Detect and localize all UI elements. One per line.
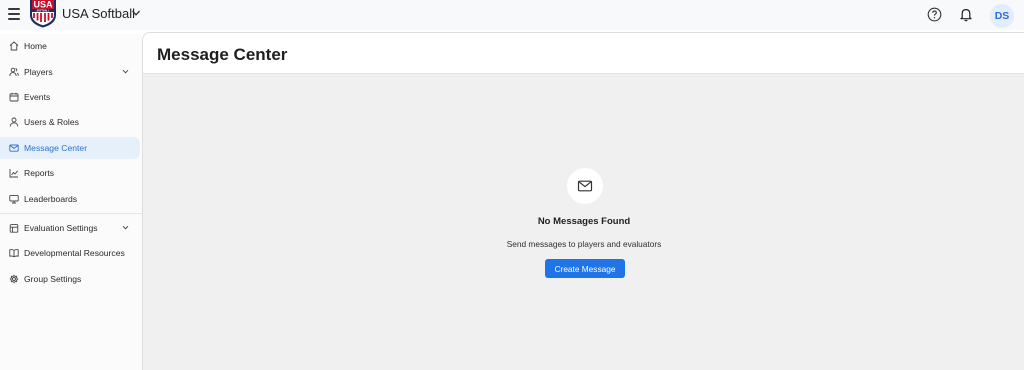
svg-text:USA: USA (33, 0, 53, 10)
sidebar-item-message-center[interactable]: Message Center (0, 137, 140, 159)
help-icon[interactable] (927, 7, 942, 22)
top-bar: USA SOFTBALL USA Softball DS (0, 0, 1024, 30)
svg-text:SOFTBALL: SOFTBALL (37, 9, 50, 12)
sidebar-item-reports[interactable]: Reports (0, 162, 140, 184)
sidebar-divider (0, 213, 142, 214)
chevron-down-icon[interactable] (122, 68, 129, 75)
sidebar-item-group-settings[interactable]: Group Settings (0, 268, 140, 290)
gear-icon (9, 274, 19, 284)
chart-icon (9, 169, 18, 178)
empty-state-title: No Messages Found (537, 216, 631, 227)
clipboard-icon (9, 224, 19, 233)
sidebar-item-label: Home (24, 41, 47, 51)
chevron-down-icon[interactable] (122, 224, 129, 231)
sidebar-item-label: Developmental Resources (24, 248, 125, 258)
org-name[interactable]: USA Softball (62, 6, 135, 21)
sidebar-item-label: Users & Roles (24, 117, 79, 127)
mail-icon (9, 144, 19, 152)
sidebar-item-label: Reports (24, 168, 55, 178)
sidebar-item-label: Events (24, 92, 51, 102)
book-icon (9, 249, 19, 258)
mail-icon (577, 180, 593, 192)
sidebar-item-players[interactable]: Players (0, 61, 140, 83)
main-content: Message Center No Messages Found Send me… (142, 32, 1024, 370)
calendar-icon (9, 92, 19, 102)
page-header: Message Center (143, 33, 1024, 74)
usa-softball-logo[interactable]: USA SOFTBALL (28, 0, 58, 28)
sidebar-item-label: Group Settings (24, 274, 82, 284)
page-title: Message Center (157, 45, 288, 64)
sidebar-item-label: Message Center (24, 143, 88, 153)
sidebar-item-evaluation-settings[interactable]: Evaluation Settings (0, 217, 140, 239)
sidebar: Home Players Events Users & Roles Messag… (0, 34, 142, 370)
sidebar-item-label: Players (24, 67, 53, 77)
empty-state-subtitle: Send messages to players and evaluators (506, 239, 662, 249)
create-message-button[interactable]: Create Message (545, 259, 625, 278)
menu-icon[interactable] (8, 8, 20, 20)
user-icon (9, 117, 19, 127)
sidebar-item-leaderboards[interactable]: Leaderboards (0, 188, 140, 210)
chevron-down-icon[interactable] (131, 8, 141, 18)
empty-state-icon-circle (567, 168, 603, 204)
sidebar-item-label: Evaluation Settings (24, 223, 98, 233)
avatar[interactable]: DS (990, 4, 1014, 28)
sidebar-item-developmental-resources[interactable]: Developmental Resources (0, 242, 140, 264)
monitor-icon (9, 194, 19, 204)
sidebar-item-label: Leaderboards (24, 194, 78, 204)
players-icon (9, 67, 19, 77)
sidebar-item-home[interactable]: Home (0, 35, 140, 57)
home-icon (9, 41, 19, 51)
sidebar-item-users-roles[interactable]: Users & Roles (0, 111, 140, 133)
sidebar-item-events[interactable]: Events (0, 86, 140, 108)
bell-icon[interactable] (959, 7, 973, 22)
